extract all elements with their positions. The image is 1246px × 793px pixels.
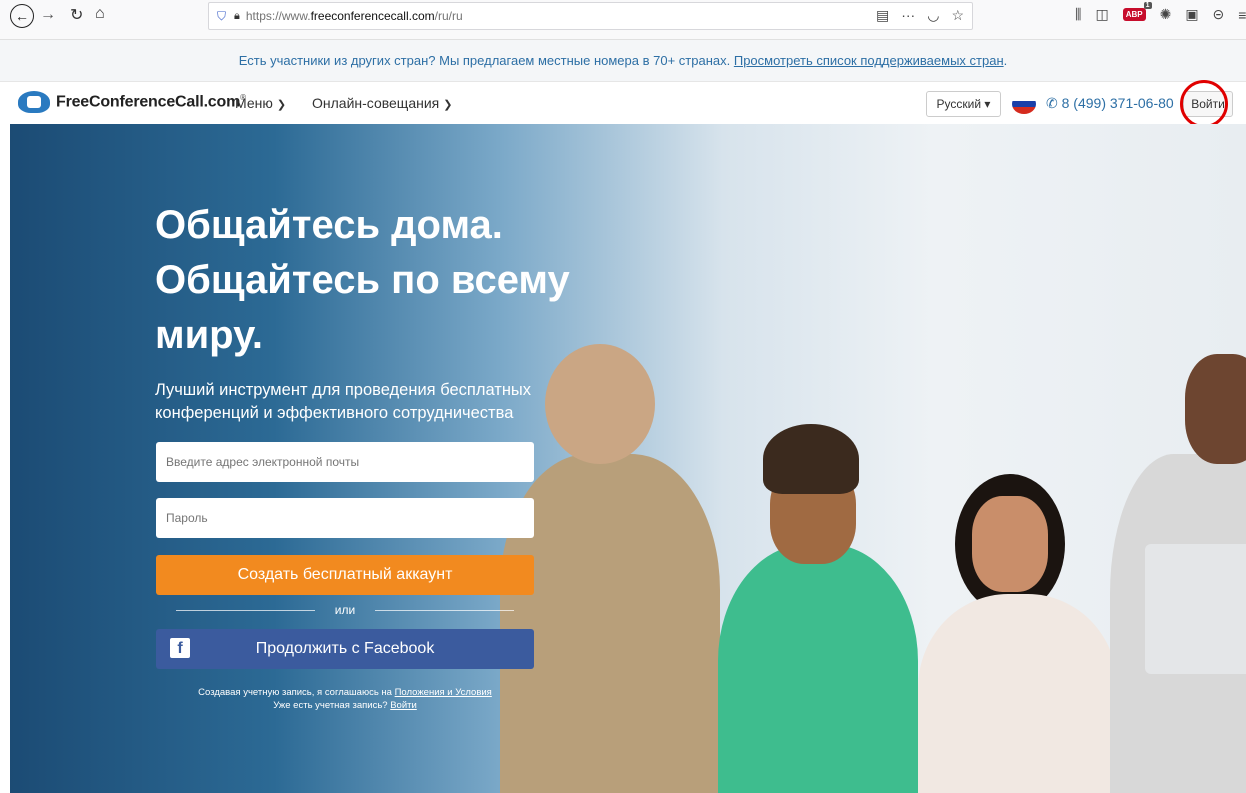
facebook-icon: f <box>170 638 190 658</box>
bookmark-star-icon[interactable]: ☆ <box>951 7 964 24</box>
hero-photo-person <box>918 594 1118 793</box>
chevron-down-icon: ❯ <box>443 99 453 111</box>
site-logo[interactable]: FreeConferenceCall.com® <box>18 91 246 113</box>
facebook-login-button[interactable]: f Продолжить с Facebook <box>156 629 534 669</box>
language-select[interactable]: Русский ▾ <box>926 91 1001 117</box>
highlight-annotation-circle <box>1180 80 1228 128</box>
account-icon[interactable]: ⊝ <box>1213 6 1225 23</box>
terms-link[interactable]: Положения и Условия <box>395 687 492 698</box>
notice-text: Есть участники из других стран? Мы предл… <box>238 53 731 68</box>
menu-dropdown[interactable]: Меню ❯ <box>235 95 286 111</box>
lock-icon[interactable]: 🔒︎ <box>234 10 240 23</box>
hero-photo-laptop <box>1145 544 1246 674</box>
countries-list-link[interactable]: Просмотреть список поддерживаемых стран <box>734 53 1004 68</box>
reader-view-icon[interactable]: ▤ <box>876 7 889 24</box>
russia-flag-icon <box>1012 94 1036 114</box>
hamburger-menu-icon[interactable]: ≡ <box>1238 7 1246 23</box>
back-button[interactable]: ← <box>10 4 34 28</box>
create-account-button[interactable]: Создать бесплатный аккаунт <box>156 555 534 595</box>
terms-text: Создавая учетную запись, я соглашаюсь на… <box>198 687 492 711</box>
countries-notice: Есть участники из других стран? Мы предл… <box>0 40 1246 82</box>
password-input[interactable] <box>156 498 534 538</box>
hero-photo-person <box>763 424 859 494</box>
hero-title: Общайтесь дома. Общайтесь по всему миру. <box>155 203 570 357</box>
login-link[interactable]: Войти <box>390 700 417 711</box>
hero-photo-person <box>718 544 918 793</box>
url-text[interactable]: https://www.freeconferencecall.com/ru/ru <box>246 9 463 23</box>
phone-number[interactable]: ✆ 8 (499) 371-06-80 <box>1046 95 1174 112</box>
logo-text: FreeConferenceCall.com® <box>56 92 246 111</box>
pocket-icon[interactable]: ◡ <box>927 7 939 24</box>
extension-icon[interactable]: ✺ <box>1160 6 1172 23</box>
hero-photo-person <box>1185 354 1246 464</box>
meetings-dropdown[interactable]: Онлайн-совещания ❯ <box>312 95 452 111</box>
hero-photo-person <box>972 496 1048 592</box>
hero-subtitle: Лучший инструмент для проведения бесплат… <box>155 381 532 422</box>
reload-button[interactable]: ↻ <box>70 5 83 25</box>
home-button[interactable]: ⌂ <box>95 5 105 23</box>
tracking-shield-icon[interactable]: ⛉ <box>217 9 226 24</box>
forward-button[interactable]: → <box>40 6 56 24</box>
or-divider: или <box>156 600 534 620</box>
phone-icon: ✆ <box>1046 95 1058 111</box>
phone-logo-icon <box>18 91 50 113</box>
hero-section: Общайтесь дома. Общайтесь по всему миру.… <box>0 124 1246 793</box>
library-icon[interactable]: ⫼ <box>1075 6 1081 23</box>
browser-toolbar: ← → ↻ ⌂ ⛉ 🔒︎ https://www.freeconferencec… <box>0 0 1246 40</box>
more-actions-icon[interactable]: ··· <box>901 7 915 24</box>
extension-square-icon[interactable]: ▣ <box>1185 6 1198 23</box>
email-input[interactable] <box>156 442 534 482</box>
chevron-down-icon: ❯ <box>276 99 287 111</box>
site-header: FreeConferenceCall.com® Меню ❯ Онлайн-сов… <box>0 82 1246 124</box>
address-bar[interactable]: ⛉ 🔒︎ https://www.freeconferencecall.com/… <box>208 2 973 30</box>
adblock-icon[interactable]: ABP 1 <box>1122 2 1152 21</box>
sidebar-icon[interactable]: ◫ <box>1095 6 1108 23</box>
